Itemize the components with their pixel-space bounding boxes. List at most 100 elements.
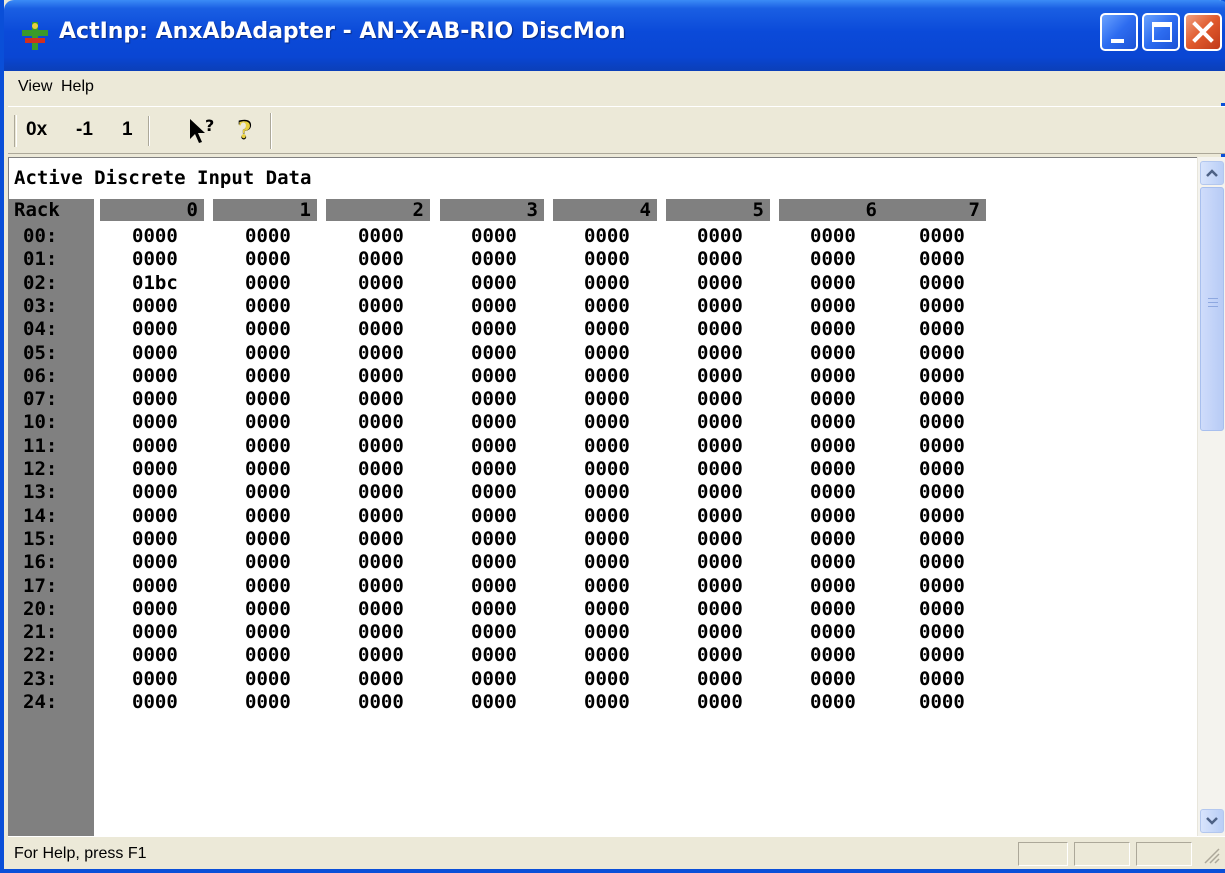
data-cell: 0000	[245, 551, 291, 574]
column-header: 7	[882, 199, 986, 221]
table-row: 22: 0000 0000 0000 0000 0000 0000 0000 0000	[9, 644, 1009, 667]
data-cell: 0000	[358, 225, 404, 247]
data-cell: 0000	[132, 411, 178, 434]
data-cell: 0000	[919, 481, 965, 504]
table-row: 14: 0000 0000 0000 0000 0000 0000 0000 0000	[9, 505, 1009, 528]
table-row: 21: 0000 0000 0000 0000 0000 0000 0000 0000	[9, 621, 1009, 644]
resize-grip-icon[interactable]	[1201, 845, 1221, 865]
data-cell: 0000	[697, 691, 743, 713]
data-cell: 0000	[919, 458, 965, 480]
rack-label: 01:	[23, 248, 58, 271]
data-cell: 0000	[584, 411, 630, 434]
data-cell: 0000	[919, 364, 965, 387]
menu-bar: View Help	[8, 71, 1225, 103]
close-icon	[1192, 21, 1214, 43]
table-row: 11: 0000 0000 0000 0000 0000 0000 0000 0000	[9, 435, 1009, 458]
data-cell: 0000	[584, 248, 630, 271]
table-row: 02: 01bc 0000 0000 0000 0000 0000 0000 0000	[9, 272, 1009, 295]
data-cell: 0000	[132, 667, 178, 690]
data-cell: 0000	[245, 644, 291, 667]
data-cell: 0000	[132, 551, 178, 574]
data-cell: 0000	[697, 667, 743, 690]
data-cell: 0000	[358, 597, 404, 620]
data-cell: 0000	[810, 388, 856, 411]
scroll-up-button[interactable]	[1200, 161, 1224, 185]
scroll-thumb[interactable]	[1200, 187, 1224, 431]
data-cell: 0000	[132, 527, 178, 550]
data-cell: 0000	[919, 621, 965, 644]
next-button[interactable]: 1	[122, 119, 133, 141]
data-cell: 0000	[471, 434, 517, 457]
data-cell: 0000	[697, 644, 743, 667]
status-text: For Help, press F1	[14, 845, 147, 862]
status-pane	[1018, 842, 1068, 866]
rack-label: 06:	[23, 364, 58, 387]
data-cell: 0000	[132, 364, 178, 387]
data-cell: 0000	[132, 388, 178, 411]
scroll-down-button[interactable]	[1200, 809, 1224, 833]
data-cell: 0000	[471, 574, 517, 597]
rack-label: 24:	[23, 691, 58, 713]
toolbar: 0x -1 1 ? ? ?	[8, 106, 1225, 154]
scroll-grip-icon	[1208, 298, 1218, 307]
table-row: 05: 0000 0000 0000 0000 0000 0000 0000 0000	[9, 342, 1009, 365]
data-cell: 0000	[584, 691, 630, 713]
data-cell: 0000	[697, 248, 743, 271]
title-bar[interactable]: ActInp: AnxAbAdapter - AN-X-AB-RIO DiscM…	[4, 0, 1225, 71]
data-cell: 0000	[245, 271, 291, 294]
data-cell: 0000	[245, 318, 291, 341]
rack-label: 23:	[23, 667, 58, 690]
table-row: 15: 0000 0000 0000 0000 0000 0000 0000 0000	[9, 528, 1009, 551]
rack-label: 02:	[23, 271, 58, 294]
data-cell: 0000	[245, 691, 291, 713]
app-window: ActInp: AnxAbAdapter - AN-X-AB-RIO DiscM…	[0, 0, 1225, 873]
data-cell: 0000	[358, 504, 404, 527]
maximize-button[interactable]	[1142, 13, 1180, 51]
column-header-label: 0	[186, 199, 198, 221]
data-cell: 0000	[132, 434, 178, 457]
menu-view[interactable]: View	[18, 78, 52, 96]
network-app-icon	[22, 22, 48, 50]
data-cell: 0000	[919, 667, 965, 690]
context-help-icon[interactable]: ?	[188, 117, 218, 145]
data-cell: 0000	[358, 248, 404, 271]
data-cell: 0000	[810, 574, 856, 597]
data-cell: 0000	[584, 294, 630, 317]
data-cell: 0000	[810, 411, 856, 434]
data-cell: 0000	[919, 411, 965, 434]
data-cell: 0000	[245, 364, 291, 387]
data-cell: 0000	[471, 458, 517, 480]
data-cell: 0000	[584, 458, 630, 480]
vertical-scrollbar[interactable]	[1197, 157, 1225, 836]
data-cell: 0000	[584, 551, 630, 574]
data-cell: 0000	[697, 551, 743, 574]
data-cell: 0000	[358, 644, 404, 667]
data-cell: 0000	[584, 667, 630, 690]
column-header: 2	[326, 199, 430, 221]
hex-format-button[interactable]: 0x	[26, 119, 47, 141]
data-cell: 0000	[358, 458, 404, 480]
data-cell: 0000	[919, 248, 965, 271]
help-icon[interactable]: ? ?	[235, 115, 257, 145]
rack-label: 05:	[23, 341, 58, 364]
data-cell: 0000	[471, 271, 517, 294]
data-cell: 0000	[810, 364, 856, 387]
data-cell: 0000	[245, 294, 291, 317]
close-button[interactable]	[1184, 13, 1222, 51]
data-cell: 0000	[358, 434, 404, 457]
minimize-button[interactable]	[1100, 13, 1138, 51]
data-cell: 0000	[919, 341, 965, 364]
toolbar-grip[interactable]	[14, 115, 17, 147]
data-cell: 0000	[245, 341, 291, 364]
rack-label: 13:	[23, 481, 58, 504]
data-cell: 0000	[471, 318, 517, 341]
rack-label: 00:	[23, 225, 58, 247]
data-cell: 0000	[132, 691, 178, 713]
data-cell: 0000	[358, 527, 404, 550]
menu-help[interactable]: Help	[61, 78, 94, 96]
previous-button[interactable]: -1	[76, 119, 93, 141]
data-cell: 0000	[358, 364, 404, 387]
data-cell: 0000	[584, 271, 630, 294]
column-header-label: 3	[526, 199, 538, 221]
data-cell: 0000	[810, 225, 856, 247]
